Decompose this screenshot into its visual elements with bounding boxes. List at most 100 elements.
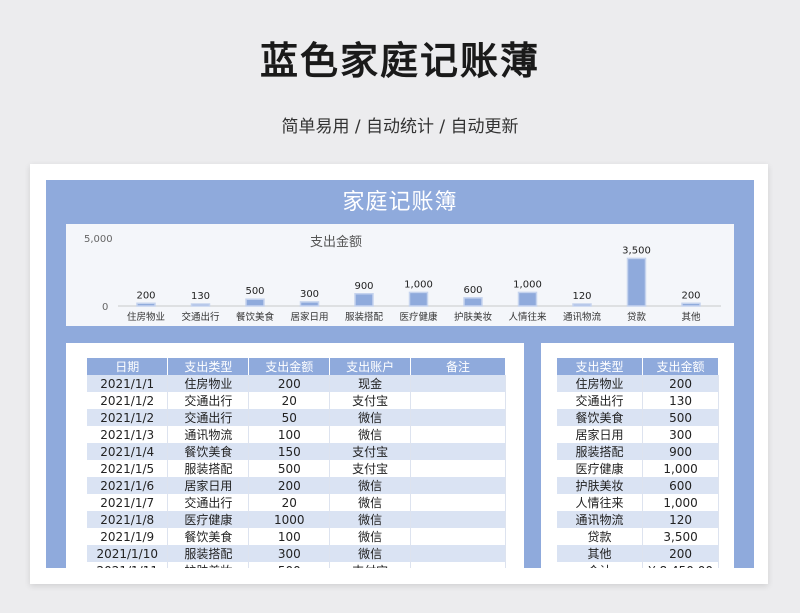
table-cell: 居家日用 [557,426,644,443]
table-cell: 1,000 [642,494,719,511]
table-cell: 2021/1/2 [87,409,169,426]
table-cell: 2021/1/6 [87,477,169,494]
table-cell: 1000 [248,511,331,528]
column-header: 支出金额 [248,358,331,375]
table-cell: 服装搭配 [167,460,250,477]
table-cell: 微信 [329,409,412,426]
page-subtitle: 简单易用 / 自动统计 / 自动更新 [281,117,519,137]
x-tick-label: 医疗健康 [399,311,438,323]
ledger-panel: 日期 支出类型 支出金额 支出账户 备注 2021/1/1 住房物业 200 现金 2021/1… [66,343,524,568]
table-cell: 300 [642,426,719,443]
table-cell: 50 [248,409,331,426]
table-cell [410,477,506,494]
table-cell: 交通出行 [167,494,250,511]
table-cell: 2021/1/5 [87,460,169,477]
ledger-row: 2021/1/2 交通出行 20 支付宝 [87,392,506,409]
table-cell: 服装搭配 [557,443,644,460]
table-cell: 500 [248,460,331,477]
table-cell: 支付宝 [329,562,412,568]
chart-bar [626,257,647,307]
chart-bar [408,291,429,307]
table-cell: 住房物业 [167,375,250,392]
table-cell [410,375,506,392]
x-tick-label: 护肤美妆 [454,311,493,323]
table-cell: 医疗健康 [557,460,644,477]
table-cell: 2021/1/7 [87,494,169,511]
data-label: 3,500 [622,245,651,256]
column-header: 日期 [87,358,169,375]
table-cell: 2021/1/4 [87,443,169,460]
table-cell: 200 [248,375,331,392]
chart-bar [572,303,592,307]
table-cell: 人情往来 [557,494,644,511]
chart-bar [681,302,701,307]
table-cell: 护肤美妆 [557,477,644,494]
chart-bar [136,302,156,307]
table-cell [410,562,506,568]
table-cell: 护肤美妆 [167,562,250,568]
ledger-row: 2021/1/8 医疗健康 1000 微信 [87,511,506,528]
x-tick-label: 服装搭配 [345,311,384,323]
table-cell: 微信 [329,426,412,443]
table-cell: 100 [248,528,331,545]
x-tick-label: 居家日用 [290,311,328,323]
summary-row: 合计¥ 8,450.00 [557,562,719,568]
column-header: 备注 [410,358,506,375]
table-cell: 支付宝 [329,460,412,477]
table-cell: 交通出行 [167,409,250,426]
ledger-row: 2021/1/9 餐饮美食 100 微信 [87,528,506,545]
data-label: 300 [300,289,319,300]
table-cell: 3,500 [642,528,719,545]
summary-row: 交通出行 130 [557,392,719,409]
table-cell: 20 [248,392,331,409]
table-cell: 交通出行 [167,392,250,409]
table-cell: 130 [642,392,719,409]
table-cell: 医疗健康 [167,511,250,528]
table-cell: 20 [248,494,331,511]
table-cell: 500 [642,409,719,426]
data-label: 500 [245,286,264,297]
table-cell [410,494,506,511]
table-cell: 100 [248,426,331,443]
table-cell [410,426,506,443]
summary-row: 住房物业 200 [557,375,719,392]
table-cell: 通讯物流 [167,426,250,443]
table-cell: 150 [248,443,331,460]
data-label: 200 [136,290,155,301]
data-label: 600 [463,285,482,296]
summary-row: 医疗健康 1,000 [557,460,719,477]
y-tick-label: 5,000 [84,234,113,245]
table-cell: 2021/1/1 [87,375,169,392]
y-tick-label: 0 [102,302,108,313]
table-cell: 服装搭配 [167,545,250,562]
table-cell: 餐饮美食 [167,528,250,545]
summary-row: 餐饮美食 500 [557,409,719,426]
table-cell: 通讯物流 [557,511,644,528]
table-cell [410,409,506,426]
data-label: 120 [572,291,591,302]
table-cell: 2021/1/3 [87,426,169,443]
expense-chart: 5,000 0 支出金额 200 住房物业 130 交通出行 500 餐饮美食 300 居家日用 90… [66,224,734,326]
table-cell [410,545,506,562]
table-cell [410,528,506,545]
ledger-row: 2021/1/11护肤美妆500支付宝 [87,562,506,568]
table-cell: 500 [248,562,331,568]
summary-row: 其他 200 [557,545,719,562]
table-cell: 其他 [557,545,644,562]
column-header: 支出类型 [167,358,250,375]
table-cell: 支付宝 [329,443,412,460]
ledger-row: 2021/1/5 服装搭配 500 支付宝 [87,460,506,477]
chart-title: 支出金额 [310,234,362,250]
table-cell [410,392,506,409]
summary-row: 贷款 3,500 [557,528,719,545]
column-header: 支出账户 [329,358,412,375]
table-cell [410,511,506,528]
summary-table: 支出类型 支出金额 住房物业 200 交通出行 130 餐饮美食 500 居家日用 300 服装搭… [557,358,719,568]
chart-bar [299,301,320,307]
summary-row: 通讯物流 120 [557,511,719,528]
table-cell: 2021/1/10 [87,545,169,562]
table-cell: 居家日用 [167,477,250,494]
table-cell: 900 [642,443,719,460]
ledger-row: 2021/1/3 通讯物流 100 微信 [87,426,506,443]
ledger-row: 2021/1/6 居家日用 200 微信 [87,477,506,494]
